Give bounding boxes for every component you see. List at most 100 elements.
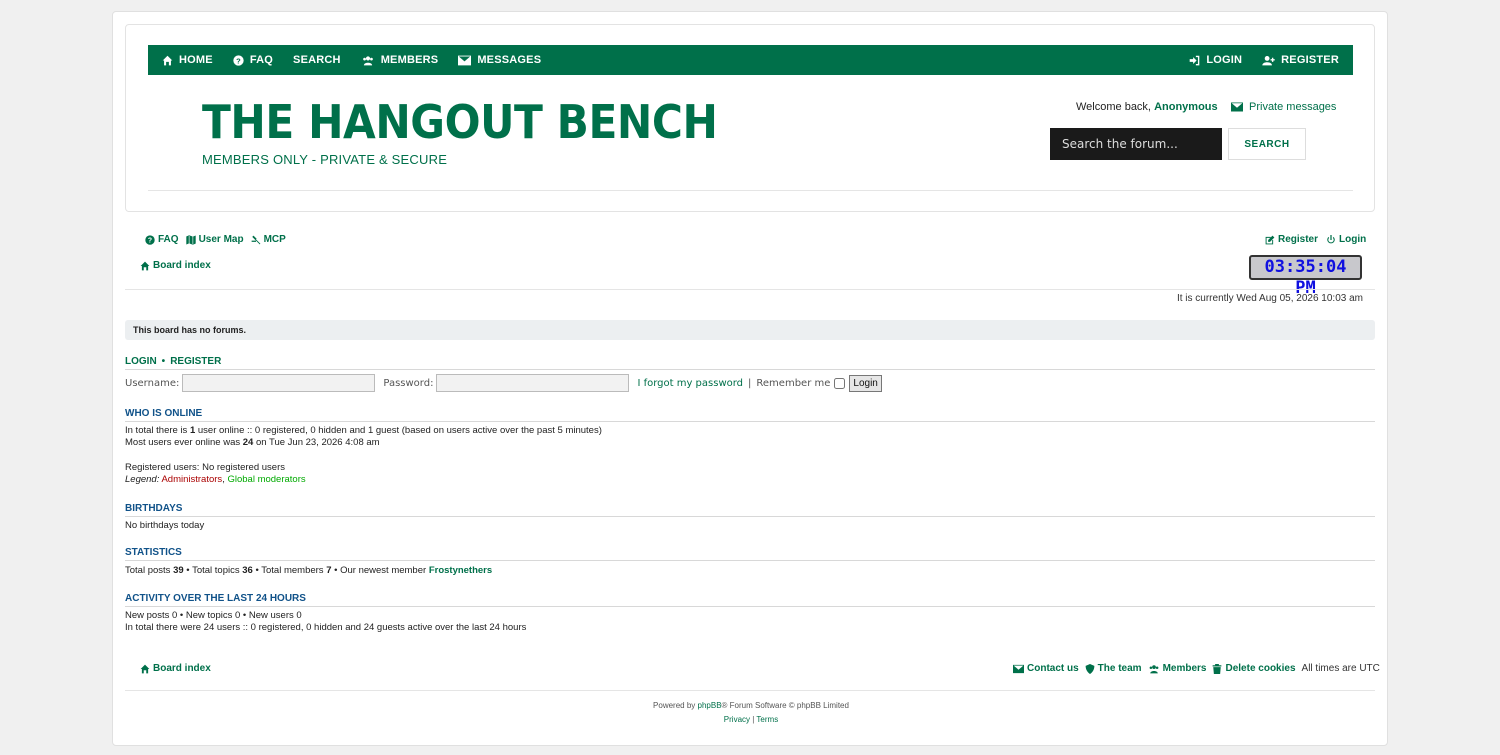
registered-users: Registered users: No registered users (125, 462, 285, 473)
online-line-2: Most users ever online was 24 on Tue Jun… (125, 437, 380, 449)
user-plus-icon (1262, 55, 1275, 65)
legend: Legend: Administrators, Global moderator… (125, 474, 306, 486)
terms-link[interactable]: Terms (756, 715, 778, 724)
nav-messages[interactable]: MESSAGES (458, 54, 541, 66)
the-team-label: The team (1097, 663, 1142, 674)
powered-by-suffix: ® Forum Software © phpBB Limited (721, 701, 849, 710)
breadcrumb-label: Board index (153, 260, 211, 271)
nav-register[interactable]: REGISTER (1262, 54, 1339, 66)
nav-login-label: LOGIN (1206, 54, 1243, 66)
remember-me-checkbox[interactable] (834, 377, 846, 389)
stat-topics: 36 (242, 565, 253, 576)
nav-login[interactable]: LOGIN (1189, 54, 1242, 66)
shield-icon (1085, 663, 1095, 674)
powered-by-prefix: Powered by (653, 701, 698, 710)
most-online-text-c: on Tue Jun 23, 2026 4:08 am (253, 437, 380, 448)
mcp-link-label: MCP (263, 234, 286, 245)
register-link[interactable]: Register (1265, 234, 1318, 245)
members-link[interactable]: Members (1148, 663, 1207, 674)
power-icon (1327, 234, 1335, 243)
question-icon: ? (145, 234, 155, 245)
top-navbar: HOME ? FAQ SEARCH MEMBERS MESSAGES LOGIN… (148, 45, 1353, 75)
private-messages-label: Private messages (1249, 101, 1337, 113)
statistics-title: STATISTICS (125, 547, 1375, 561)
members-label: Members (1162, 663, 1207, 674)
stat-members-label: • Total members (252, 565, 327, 576)
statistics-text: Total posts 39 • Total topics 36 • Total… (125, 565, 492, 577)
welcome-prefix: Welcome back, (1076, 101, 1151, 113)
nav-home-label: HOME (179, 54, 213, 66)
timezone-text: All times are UTC (1301, 663, 1380, 674)
login-heading-link[interactable]: LOGIN (125, 356, 157, 367)
username-label: Username: (125, 377, 180, 389)
welcome-username[interactable]: Anonymous (1154, 101, 1218, 113)
page-wrapper: HOME ? FAQ SEARCH MEMBERS MESSAGES LOGIN… (112, 11, 1388, 746)
most-online-count: 24 (242, 437, 254, 448)
current-time: It is currently Wed Aug 05, 2026 10:03 a… (1176, 293, 1363, 304)
search-button[interactable]: SEARCH (1228, 128, 1306, 160)
site-title[interactable]: THE HANGOUT BENCH (202, 95, 718, 149)
footer-board-index[interactable]: Board index (140, 663, 211, 674)
contact-us-label: Contact us (1027, 663, 1079, 674)
newest-member-link[interactable]: Frostynethers (429, 565, 492, 576)
legend-administrators[interactable]: Administrators (161, 474, 222, 485)
login-button[interactable]: Login (849, 374, 882, 392)
phpbb-link[interactable]: phpBB (698, 701, 722, 710)
user-map-link-label: User Map (198, 234, 244, 245)
login-section-title: LOGIN • REGISTER (125, 356, 1375, 370)
users-icon (362, 55, 373, 65)
nav-members[interactable]: MEMBERS (361, 54, 439, 66)
password-input[interactable] (436, 374, 630, 392)
powered-by: Powered by phpBB® Forum Software © phpBB… (113, 701, 1389, 710)
delete-cookies-link[interactable]: Delete cookies (1212, 663, 1296, 674)
online-text-c: user online :: 0 registered, 0 hidden an… (195, 425, 602, 436)
login-heading-sep: • (161, 356, 166, 367)
mcp-link[interactable]: MCP (251, 234, 286, 245)
nav-register-label: REGISTER (1281, 54, 1339, 66)
nav-faq[interactable]: ? FAQ (233, 54, 273, 66)
the-team-link[interactable]: The team (1085, 663, 1142, 674)
breadcrumb-board-index[interactable]: Board index (140, 260, 211, 271)
edit-icon (1265, 235, 1275, 244)
most-online-text-a: Most users ever online was (125, 437, 243, 448)
faq-link[interactable]: ? FAQ (145, 234, 179, 245)
no-forums-notice: This board has no forums. (125, 320, 1375, 340)
welcome-text: Welcome back, Anonymous (1076, 101, 1218, 113)
legend-global-moderators[interactable]: Global moderators (227, 474, 305, 485)
delete-cookies-label: Delete cookies (1225, 663, 1296, 674)
username-input[interactable] (182, 374, 376, 392)
faq-link-label: FAQ (158, 234, 179, 245)
remember-me-label: Remember me (756, 377, 831, 389)
user-map-link[interactable]: User Map (185, 234, 244, 245)
who-is-online-title[interactable]: WHO IS ONLINE (125, 408, 1375, 422)
header-divider (148, 190, 1353, 191)
contact-us-link[interactable]: Contact us (1013, 663, 1079, 674)
nav-left: HOME ? FAQ SEARCH MEMBERS MESSAGES (162, 54, 541, 66)
register-heading-link[interactable]: REGISTER (170, 356, 221, 367)
birthdays-title: BIRTHDAYS (125, 503, 1375, 517)
nav-search[interactable]: SEARCH (293, 54, 341, 66)
nav-home[interactable]: HOME (162, 54, 213, 66)
legal-links: Privacy | Terms (113, 715, 1389, 724)
search-input[interactable] (1050, 128, 1222, 160)
login-link-label: Login (1339, 234, 1367, 245)
nav-search-label: SEARCH (293, 54, 341, 66)
nav-messages-label: MESSAGES (477, 54, 542, 66)
svg-text:?: ? (148, 237, 152, 244)
home-icon (140, 261, 150, 270)
map-icon (185, 234, 196, 245)
question-icon: ? (233, 54, 244, 66)
nav-right: LOGIN REGISTER (1189, 54, 1339, 66)
private-messages-link[interactable]: Private messages (1231, 101, 1336, 113)
home-icon (162, 55, 173, 65)
auth-links: Register Login (1265, 234, 1366, 245)
login-link[interactable]: Login (1326, 234, 1366, 245)
stat-posts: 39 (173, 565, 184, 576)
stat-topics-label: • Total topics (183, 565, 243, 576)
legend-label: Legend: (125, 474, 160, 485)
login-form: Username: Password: I forgot my password… (125, 374, 882, 392)
forgot-password-link[interactable]: I forgot my password (637, 378, 743, 389)
trash-icon (1213, 663, 1222, 674)
password-label: Password: (383, 377, 434, 389)
privacy-link[interactable]: Privacy (724, 715, 750, 724)
